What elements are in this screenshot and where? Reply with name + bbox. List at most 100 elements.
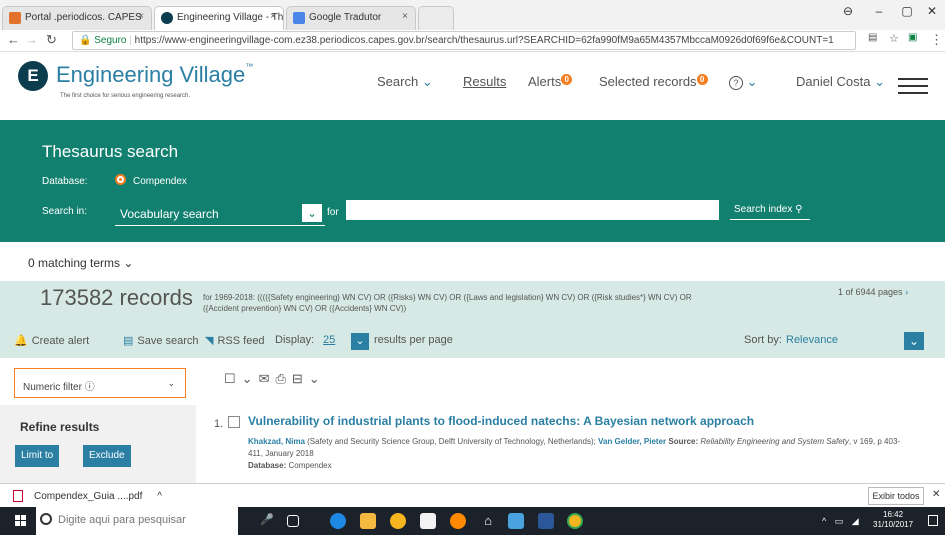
tab-google-translate[interactable]: Google Tradutor × <box>286 6 416 30</box>
notifications-icon[interactable] <box>928 515 938 526</box>
store-icon[interactable] <box>420 513 436 529</box>
clock[interactable]: 16:42 31/10/2017 <box>873 510 913 530</box>
tab-label: Google Tradutor <box>309 12 382 23</box>
term-input[interactable] <box>346 200 719 220</box>
chevron-down-icon[interactable]: ⌄ <box>302 204 322 222</box>
close-shelf-icon[interactable]: ✕ <box>932 489 940 500</box>
search-index-label: Search index <box>734 204 793 215</box>
rss-label: RSS feed <box>217 335 265 347</box>
chrome-active-icon[interactable] <box>567 513 583 529</box>
app-icon[interactable] <box>508 513 524 529</box>
help-menu[interactable]: ? ⌄ <box>729 74 758 90</box>
chevron-down-icon[interactable]: ⌄ <box>351 333 369 350</box>
chevron-down-icon[interactable]: ⌄ <box>904 332 924 350</box>
tab-capes[interactable]: Portal .periodicos. CAPES × <box>2 6 152 30</box>
reload-icon[interactable]: ↻ <box>46 32 57 48</box>
nav-search[interactable]: Search ⌄ <box>377 74 433 90</box>
file-explorer-icon[interactable] <box>360 513 376 529</box>
results-toolbar: 🔔 Create alert ▤ Save search ◥ RSS feed Dis… <box>0 323 945 358</box>
firefox-icon[interactable] <box>450 513 466 529</box>
select-all-checkbox[interactable]: ☐ <box>224 371 242 386</box>
numeric-filter-select[interactable]: Numeric filter ⓘ ⌄ <box>14 368 186 398</box>
rss-feed-link[interactable]: ◥ RSS feed <box>205 334 265 347</box>
matching-terms-toggle[interactable]: 0 matching terms ⌄ <box>28 256 133 270</box>
extension-icon[interactable]: ▣ <box>908 32 917 43</box>
affiliation: (Safety and Security Science Group, Delf… <box>304 437 599 446</box>
system-tray[interactable]: ^ ▭ ◢ <box>822 516 862 527</box>
maximize-icon[interactable]: ▢ <box>898 4 916 18</box>
task-view-icon[interactable] <box>287 515 299 527</box>
close-tab-icon[interactable]: × <box>270 11 276 22</box>
result-title[interactable]: Vulnerability of industrial plants to fl… <box>248 414 754 428</box>
author-link[interactable]: Van Gelder, Pieter <box>598 437 666 446</box>
capes-favicon-icon <box>9 12 21 24</box>
create-alert-link[interactable]: 🔔 Create alert <box>14 334 89 347</box>
back-icon[interactable]: ← <box>7 32 20 47</box>
edge-icon[interactable] <box>330 513 346 529</box>
nav-selected-label: Selected records <box>599 74 697 89</box>
display-label: Display: <box>275 334 315 346</box>
translate-icon[interactable]: ▤ <box>868 32 877 43</box>
author-link[interactable]: Khakzad, Nima <box>248 437 305 446</box>
download-item[interactable]: Compendex_Guia ....pdf ^ <box>34 491 162 502</box>
ev-logo-text[interactable]: Engineering Village™ <box>56 62 253 88</box>
chevron-down-icon[interactable]: ⌄ <box>309 371 326 386</box>
site-header: E Engineering Village™ The first choice … <box>0 52 945 108</box>
windows-start-icon[interactable] <box>15 515 27 527</box>
forward-icon[interactable]: → <box>25 32 38 47</box>
print-icon[interactable]: ⎙ <box>275 371 291 386</box>
tab-label: Engineering Village - The <box>177 12 284 23</box>
hamburger-menu-icon[interactable] <box>898 78 928 99</box>
url-field[interactable]: 🔒 Seguro | https://www-engineeringvillag… <box>72 31 856 50</box>
sort-value[interactable]: Relevance <box>786 334 838 346</box>
star-icon[interactable]: ☆ <box>889 32 899 45</box>
secure-label: Seguro <box>94 35 127 46</box>
matching-terms-label: 0 matching terms <box>28 256 121 270</box>
limit-to-button[interactable]: Limit to <box>15 445 60 467</box>
source: Reliability Engineering and System Safet… <box>700 437 849 446</box>
home-icon[interactable]: ⌂ <box>480 513 496 529</box>
exclude-button[interactable]: Exclude <box>83 445 131 467</box>
chevron-right-icon[interactable]: › <box>905 287 908 297</box>
close-window-icon[interactable]: ✕ <box>923 4 941 18</box>
close-tab-icon[interactable]: × <box>402 11 408 22</box>
new-tab-button[interactable] <box>418 6 454 30</box>
user-menu[interactable]: Daniel Costa ⌄ <box>796 74 885 90</box>
date: 31/10/2017 <box>873 520 914 529</box>
display-count[interactable]: 25 <box>323 334 335 346</box>
alerts-badge: 0 <box>561 74 573 85</box>
search-in-select[interactable]: Vocabulary search <box>115 202 325 226</box>
chevron-down-icon[interactable]: ⌄ <box>242 371 259 386</box>
tab-engineering-village[interactable]: Engineering Village - The × <box>154 6 284 30</box>
chevron-up-icon[interactable]: ^ <box>157 491 162 502</box>
close-tab-icon[interactable]: × <box>138 11 144 22</box>
chevron-down-icon: ⌄ <box>874 74 885 89</box>
source-label: Source: <box>666 437 701 446</box>
search-index-button[interactable]: Search index ⚲ <box>730 200 810 220</box>
info-icon: ⓘ <box>84 382 95 393</box>
ev-logo-icon[interactable]: E <box>18 61 48 91</box>
email-icon[interactable]: ✉ <box>259 371 276 386</box>
nav-alerts[interactable]: Alerts 0 <box>528 74 573 89</box>
taskbar-search[interactable]: Digite aqui para pesquisar <box>36 507 238 535</box>
save-search-link[interactable]: ▤ Save search <box>123 334 199 347</box>
database-value: Compendex <box>288 461 332 470</box>
nav-search-label: Search <box>377 74 419 89</box>
result-number: 1. <box>214 418 224 430</box>
chrome-icon[interactable] <box>390 513 406 529</box>
nav-results[interactable]: Results <box>463 74 506 89</box>
result-checkbox[interactable] <box>228 416 240 428</box>
compendex-radio[interactable] <box>115 174 126 185</box>
rss-icon: ◥ <box>205 335 214 347</box>
menu-dots-icon[interactable]: ⋮ <box>930 32 943 48</box>
show-all-button[interactable]: Exibir todos <box>868 487 924 505</box>
per-page-label: results per page <box>374 334 453 346</box>
nav-selected-records[interactable]: Selected records 0 <box>599 74 708 89</box>
download-icon[interactable]: ⊟ <box>292 371 309 386</box>
word-icon[interactable] <box>538 513 554 529</box>
minimize-icon[interactable]: – <box>870 4 888 18</box>
pagination[interactable]: 1 of 6944 pages › <box>838 287 908 297</box>
profile-icon[interactable]: ⊖ <box>839 4 857 18</box>
microphone-icon[interactable]: 🎤 <box>260 513 276 529</box>
refine-panel: Refine results Limit to Exclude <box>0 405 196 485</box>
